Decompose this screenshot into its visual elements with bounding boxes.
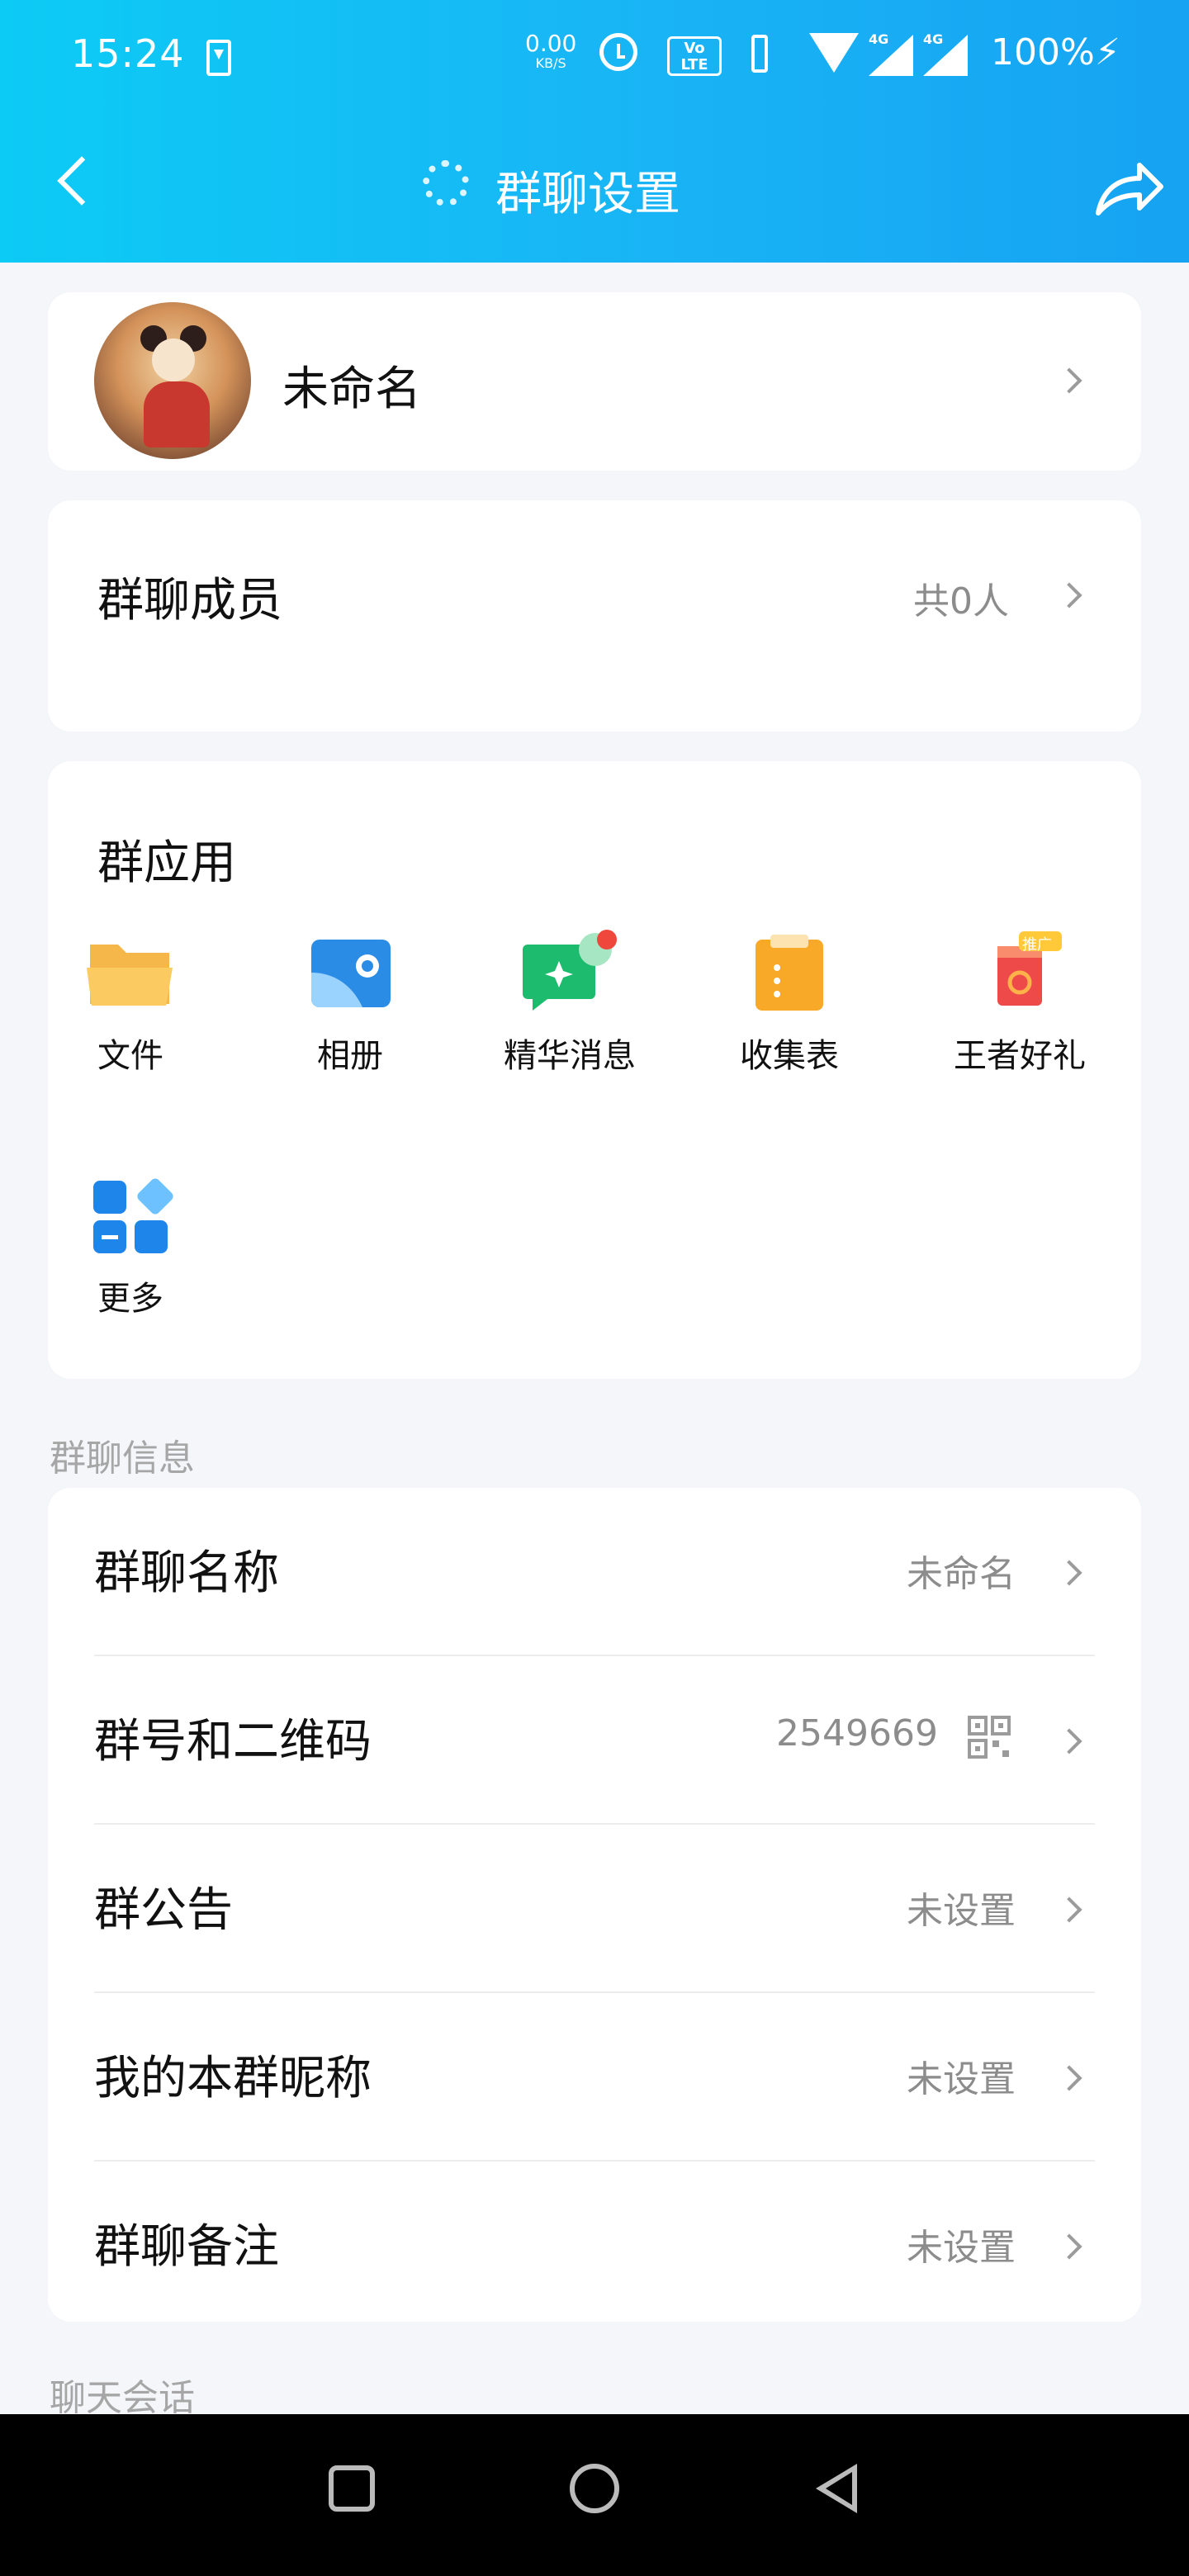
section-label-chat-session: 聊天会话: [50, 2377, 195, 2419]
app-collection-form[interactable]: 收集表: [715, 931, 864, 1077]
top-header: 15:24 0.00 KB/S Vo LTE 4G 4G 100% ⚡ 群聊设置: [0, 0, 1189, 263]
info-row-title: 群公告: [94, 1883, 233, 1937]
group-name: 未命名: [282, 362, 421, 416]
group-apps-card: 群应用 文件 相册 精华消息 收集表 推广 王者好礼 更多: [48, 761, 1141, 1379]
promo-badge: 推广: [1022, 936, 1052, 954]
vibrate-icon: [751, 35, 768, 73]
app-highlight-messages[interactable]: 精华消息: [495, 930, 644, 1077]
apps-title: 群应用: [97, 836, 236, 890]
info-row-title: 群聊备注: [94, 2220, 279, 2274]
folder-icon: [85, 931, 176, 1014]
app-king-gift[interactable]: 推广 王者好礼: [933, 931, 1106, 1077]
chevron-right-icon: [1056, 1728, 1082, 1754]
chevron-right-icon: [1056, 2233, 1082, 2260]
app-more[interactable]: 更多: [56, 1174, 205, 1319]
back-icon[interactable]: [57, 156, 107, 206]
status-bar: 15:24 0.00 KB/S Vo LTE 4G 4G 100% ⚡: [0, 0, 1189, 116]
highlight-message-icon: [523, 930, 617, 1014]
home-icon[interactable]: [570, 2464, 619, 2513]
info-row-value: 2549669: [776, 1712, 938, 1754]
info-row-my-nickname[interactable]: 我的本群昵称 未设置: [48, 1993, 1141, 2160]
network-speed-value: 0.00: [525, 30, 577, 57]
info-row-value: 未设置: [907, 2227, 1016, 2269]
members-card[interactable]: 群聊成员 共0人: [48, 500, 1141, 732]
share-icon[interactable]: [1092, 154, 1166, 220]
app-album[interactable]: 相册: [276, 931, 424, 1077]
more-apps-icon: [85, 1174, 176, 1257]
info-row-title: 我的本群昵称: [94, 2052, 372, 2105]
members-count: 共0人: [913, 580, 1009, 623]
album-icon: [305, 931, 396, 1014]
network-speed-unit: KB/S: [535, 55, 566, 71]
members-title: 群聊成员: [97, 574, 282, 627]
info-row-announcement[interactable]: 群公告 未设置: [48, 1825, 1141, 1991]
chevron-right-icon: [1056, 2065, 1082, 2091]
app-label: 更多: [97, 1280, 163, 1318]
gift-icon: 推广: [974, 931, 1065, 1014]
chevron-right-icon: [1056, 367, 1082, 394]
loading-spinner-icon: [423, 160, 469, 206]
group-avatar[interactable]: [94, 302, 251, 459]
volte-icon: Vo LTE: [667, 36, 722, 76]
info-row-group-remark[interactable]: 群聊备注 未设置: [48, 2162, 1141, 2322]
back-triangle-icon[interactable]: [816, 2464, 857, 2513]
app-label: 相册: [317, 1037, 383, 1075]
battery-level: 100%: [991, 31, 1095, 73]
group-profile-card[interactable]: 未命名: [48, 292, 1141, 471]
info-row-title: 群号和二维码: [94, 1715, 372, 1769]
info-row-title: 群聊名称: [94, 1546, 279, 1600]
info-row-value: 未设置: [907, 2058, 1016, 2100]
clipboard-icon: [744, 931, 835, 1014]
app-file[interactable]: 文件: [56, 931, 205, 1077]
chevron-right-icon: [1056, 1896, 1082, 1923]
info-row-value: 未设置: [907, 1890, 1016, 1932]
wifi-icon: [809, 33, 859, 73]
app-label: 文件: [97, 1037, 163, 1075]
chevron-right-icon: [1056, 582, 1082, 608]
app-label: 精华消息: [504, 1037, 636, 1075]
info-row-group-number-qr[interactable]: 群号和二维码 2549669: [48, 1656, 1141, 1823]
app-label: 王者好礼: [954, 1037, 1086, 1075]
info-row-group-name[interactable]: 群聊名称 未命名: [48, 1488, 1141, 1655]
recents-icon[interactable]: [329, 2465, 375, 2512]
download-icon: [206, 40, 231, 76]
alarm-icon: [599, 33, 637, 71]
app-label: 收集表: [740, 1037, 839, 1075]
qr-code-icon: [968, 1716, 1011, 1759]
network-speed: 0.00 KB/S: [525, 31, 576, 71]
section-label-group-info: 群聊信息: [50, 1437, 195, 1480]
group-info-card: 群聊名称 未命名 群号和二维码 2549669 群公告 未设置 我的本群昵称 未…: [48, 1488, 1141, 2322]
signal-1-icon: [869, 35, 913, 76]
system-navigation-bar: [0, 2414, 1189, 2576]
signal-2-icon: [923, 35, 968, 76]
status-time: 15:24: [71, 31, 185, 76]
page-title: 群聊设置: [495, 168, 680, 221]
charging-icon: ⚡: [1095, 31, 1120, 73]
chevron-right-icon: [1056, 1560, 1082, 1586]
info-row-value: 未命名: [907, 1553, 1016, 1595]
